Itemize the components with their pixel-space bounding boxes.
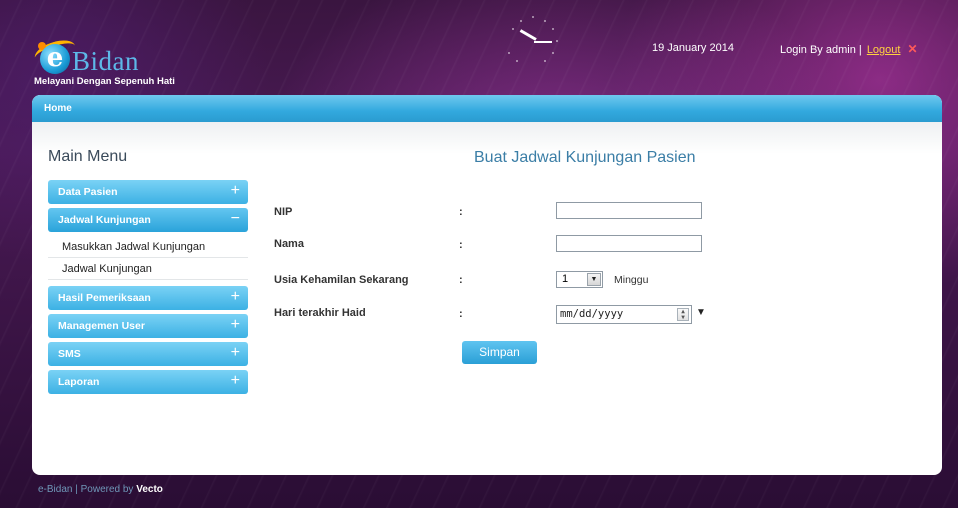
nama-colon: : [459,239,463,251]
usia-selected-value: 1 [562,273,569,285]
sidebar-item-label: SMS [58,348,81,360]
hari-label: Hari terakhir Haid [274,307,366,319]
nama-field[interactable] [556,235,702,252]
main-menu-title: Main Menu [48,148,128,165]
nip-field[interactable] [556,202,702,219]
sidebar-item-managemen-user[interactable]: Managemen User + [48,314,248,338]
chevron-down-icon[interactable]: ▼ [587,273,601,286]
sidebar-item-hasil-pemeriksaan[interactable]: Hasil Pemeriksaan + [48,286,248,310]
logo-tagline: Melayani Dengan Sepenuh Hati [34,76,175,87]
usia-colon: : [459,274,463,286]
clock-icon [498,14,568,64]
sidebar-item-label: Hasil Pemeriksaan [58,292,151,304]
submenu-jadwal: Masukkan Jadwal Kunjungan Jadwal Kunjung… [48,236,248,280]
sidebar-item-label: Jadwal Kunjungan [58,214,151,226]
logo[interactable]: e Bidan Melayani Dengan Sepenuh Hati [31,36,234,90]
nip-label: NIP [274,206,293,218]
login-status: Login By admin | Logout ✕ [780,42,918,56]
footer-brand[interactable]: Vecto [136,484,163,495]
hari-colon: : [459,308,463,320]
login-user: Login By admin | [780,44,862,56]
footer: e-Bidan | Powered by Vecto [38,484,163,495]
main-panel: Home Main Menu Buat Jadwal Kunjungan Pas… [32,95,942,475]
logo-e-icon: e [40,44,70,74]
logo-name: Bidan [72,46,139,76]
plus-icon: + [230,344,240,361]
logout-link[interactable]: Logout [867,44,901,56]
form-title: Buat Jadwal Kunjungan Pasien [474,149,696,166]
navbar [32,95,942,122]
close-icon[interactable]: ✕ [908,42,918,56]
plus-icon: + [230,182,240,199]
sidebar-item-laporan[interactable]: Laporan + [48,370,248,394]
simpan-button[interactable]: Simpan [462,341,537,364]
plus-icon: + [230,316,240,333]
dropdown-arrow-icon[interactable]: ▼ [696,307,706,318]
sidebar-item-label: Managemen User [58,320,145,332]
sidebar-item-label: Data Pasien [58,186,118,198]
usia-select[interactable]: 1 ▼ [556,271,603,288]
plus-icon: + [230,372,240,389]
sidebar-item-jadwal-kunjungan[interactable]: Jadwal Kunjungan − [48,208,248,232]
submenu-item-jadwal-kunjungan[interactable]: Jadwal Kunjungan [48,258,248,280]
footer-text: e-Bidan | Powered by [38,484,134,495]
minus-icon: − [230,210,240,227]
current-date: 19 January 2014 [652,42,734,54]
sidebar-item-sms[interactable]: SMS + [48,342,248,366]
hari-date-field[interactable]: mm/dd/yyyy ▲ ▼ [556,305,692,324]
date-placeholder: mm/dd/yyyy [560,308,624,320]
sidebar-menu: Data Pasien + Jadwal Kunjungan − Masukka… [48,180,248,398]
nip-colon: : [459,206,463,218]
submenu-item-masukkan-jadwal[interactable]: Masukkan Jadwal Kunjungan [48,236,248,258]
nav-home-link[interactable]: Home [44,103,72,114]
usia-label: Usia Kehamilan Sekarang [274,274,409,286]
plus-icon: + [230,288,240,305]
sidebar-item-label: Laporan [58,376,100,388]
usia-unit: Minggu [614,274,649,286]
sidebar-item-data-pasien[interactable]: Data Pasien + [48,180,248,204]
spinner-icon[interactable]: ▲ ▼ [677,308,689,321]
nama-label: Nama [274,238,304,250]
